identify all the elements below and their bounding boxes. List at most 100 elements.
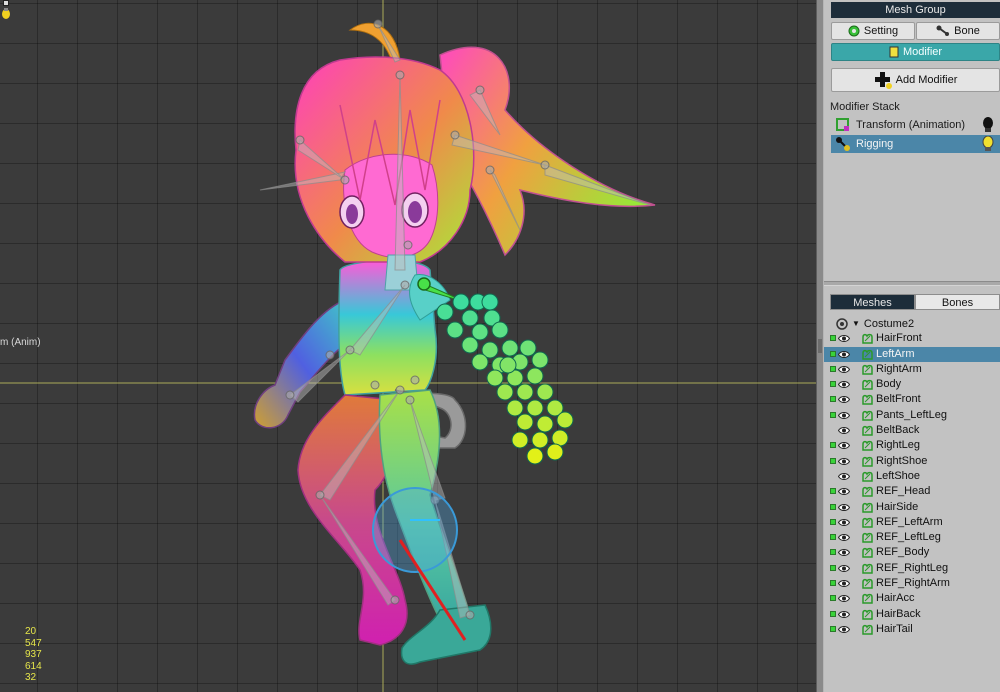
visibility-checkbox[interactable] xyxy=(830,595,836,602)
visibility-checkbox[interactable] xyxy=(830,503,836,510)
eye-icon[interactable] xyxy=(838,426,850,435)
visibility-checkbox[interactable] xyxy=(830,580,836,587)
mesh-row-pants-leftleg[interactable]: Pants_LeftLeg xyxy=(824,408,1000,423)
vertex-weight-dot[interactable] xyxy=(436,303,454,321)
mesh-row-hairside[interactable]: HairSide xyxy=(824,500,1000,515)
mesh-row-hairacc[interactable]: HairAcc xyxy=(824,591,1000,606)
vertex-weight-dot[interactable] xyxy=(546,443,564,461)
vertex-weight-dot[interactable] xyxy=(536,383,554,401)
vertex-weight-dot[interactable] xyxy=(531,351,549,369)
mesh-row-ref-rightarm[interactable]: REF_RightArm xyxy=(824,576,1000,591)
visibility-checkbox[interactable] xyxy=(830,625,836,632)
mesh-row-rightarm[interactable]: RightArm xyxy=(824,362,1000,377)
mesh-row-leftshoe[interactable]: LeftShoe xyxy=(824,469,1000,484)
stack-item-rigging[interactable]: Rigging xyxy=(831,135,1000,153)
eye-icon[interactable] xyxy=(838,487,850,496)
eye-icon[interactable] xyxy=(838,503,850,512)
eye-icon[interactable] xyxy=(838,334,850,343)
modifier-button[interactable]: Modifier xyxy=(831,43,1000,61)
canvas-viewport[interactable]: m (Anim) 20 547 937 614 32 xyxy=(0,0,816,692)
vertex-weight-dot[interactable] xyxy=(526,447,544,465)
mesh-row-hairfront[interactable]: HairFront xyxy=(824,331,1000,346)
mesh-row-ref-leftarm[interactable]: REF_LeftArm xyxy=(824,515,1000,530)
bone-button[interactable]: Bone xyxy=(916,22,1000,40)
eye-icon[interactable] xyxy=(838,564,850,573)
vertex-weight-dot[interactable] xyxy=(511,431,529,449)
eye-icon[interactable] xyxy=(838,594,850,603)
eye-icon[interactable] xyxy=(838,579,850,588)
visibility-checkbox[interactable] xyxy=(830,457,836,464)
visibility-checkbox[interactable] xyxy=(830,365,836,372)
eye-icon[interactable] xyxy=(838,457,850,466)
vertex-weight-dot[interactable] xyxy=(452,293,470,311)
eye-icon[interactable] xyxy=(838,610,850,619)
mesh-row-hairback[interactable]: HairBack xyxy=(824,607,1000,622)
vertex-weight-dot[interactable] xyxy=(506,399,524,417)
vertex-weight-dot[interactable] xyxy=(496,383,514,401)
mesh-row-body[interactable]: Body xyxy=(824,377,1000,392)
eye-icon[interactable] xyxy=(838,548,850,557)
splitter-grip[interactable] xyxy=(818,339,822,353)
visibility-checkbox[interactable] xyxy=(830,335,836,342)
visibility-checkbox[interactable] xyxy=(830,381,836,388)
tab-meshes[interactable]: Meshes xyxy=(830,294,915,310)
vertex-weight-dot[interactable] xyxy=(499,356,517,374)
lightbulb-off-icon[interactable] xyxy=(982,117,994,133)
eye-icon[interactable] xyxy=(838,350,850,359)
visibility-checkbox[interactable] xyxy=(830,534,836,541)
visibility-checkbox[interactable] xyxy=(830,564,836,571)
add-modifier-button[interactable]: Add Modifier xyxy=(831,68,1000,92)
panel-divider[interactable] xyxy=(824,281,1000,286)
mesh-row-ref-rightleg[interactable]: REF_RightLeg xyxy=(824,561,1000,576)
vertex-weight-dot[interactable] xyxy=(516,383,534,401)
visibility-checkbox[interactable] xyxy=(830,411,836,418)
setting-button[interactable]: Setting xyxy=(831,22,915,40)
vertex-weight-dot[interactable] xyxy=(461,336,479,354)
eye-icon[interactable] xyxy=(838,625,850,634)
eye-icon[interactable] xyxy=(838,518,850,527)
vertex-weight-dot[interactable] xyxy=(556,411,574,429)
visibility-checkbox[interactable] xyxy=(830,396,836,403)
vertex-weight-dot[interactable] xyxy=(471,353,489,371)
visibility-checkbox[interactable] xyxy=(830,488,836,495)
visibility-checkbox[interactable] xyxy=(830,549,836,556)
expand-arrow-icon[interactable]: ▼ xyxy=(852,319,860,328)
visibility-checkbox[interactable] xyxy=(830,610,836,617)
vertex-weight-dot[interactable] xyxy=(516,413,534,431)
vertex-weight-dot[interactable] xyxy=(531,431,549,449)
eye-icon[interactable] xyxy=(838,441,850,450)
lightbulb-on-icon[interactable] xyxy=(982,136,994,152)
eye-icon[interactable] xyxy=(838,411,850,420)
mesh-row-ref-head[interactable]: REF_Head xyxy=(824,484,1000,499)
vertex-weight-dot[interactable] xyxy=(481,293,499,311)
eye-icon[interactable] xyxy=(838,365,850,374)
eye-icon[interactable] xyxy=(838,533,850,542)
vertex-weight-dot[interactable] xyxy=(526,399,544,417)
lightbulb-icon[interactable] xyxy=(0,0,12,22)
tab-bones[interactable]: Bones xyxy=(915,294,1000,310)
visibility-checkbox[interactable] xyxy=(830,518,836,525)
vertex-weight-dot[interactable] xyxy=(446,321,464,339)
vertex-weight-dot[interactable] xyxy=(519,339,537,357)
vertex-weight-dot[interactable] xyxy=(471,323,489,341)
mesh-row-rightshoe[interactable]: RightShoe xyxy=(824,454,1000,469)
mesh-row-hairtail[interactable]: HairTail xyxy=(824,622,1000,637)
vertex-weight-dot[interactable] xyxy=(491,321,509,339)
vertex-weight-dot[interactable] xyxy=(486,369,504,387)
visibility-checkbox[interactable] xyxy=(830,350,836,357)
visibility-checkbox[interactable] xyxy=(830,442,836,449)
mesh-row-beltback[interactable]: BeltBack xyxy=(824,423,1000,438)
eye-icon[interactable] xyxy=(838,472,850,481)
vertex-weight-dot[interactable] xyxy=(536,415,554,433)
panel-splitter[interactable] xyxy=(816,0,824,692)
mesh-row-beltfront[interactable]: BeltFront xyxy=(824,392,1000,407)
mesh-row-rightleg[interactable]: RightLeg xyxy=(824,438,1000,453)
vertex-weight-dot[interactable] xyxy=(526,367,544,385)
mesh-row-leftarm[interactable]: LeftArm xyxy=(824,346,1000,362)
tree-root-costume2[interactable]: ▼ Costume2 xyxy=(824,316,1000,331)
eye-icon[interactable] xyxy=(838,395,850,404)
character-rig-canvas[interactable] xyxy=(0,0,816,692)
vertex-weight-dot[interactable] xyxy=(501,339,519,357)
vertex-weight-dot[interactable] xyxy=(461,309,479,327)
mesh-row-ref-leftleg[interactable]: REF_LeftLeg xyxy=(824,530,1000,545)
